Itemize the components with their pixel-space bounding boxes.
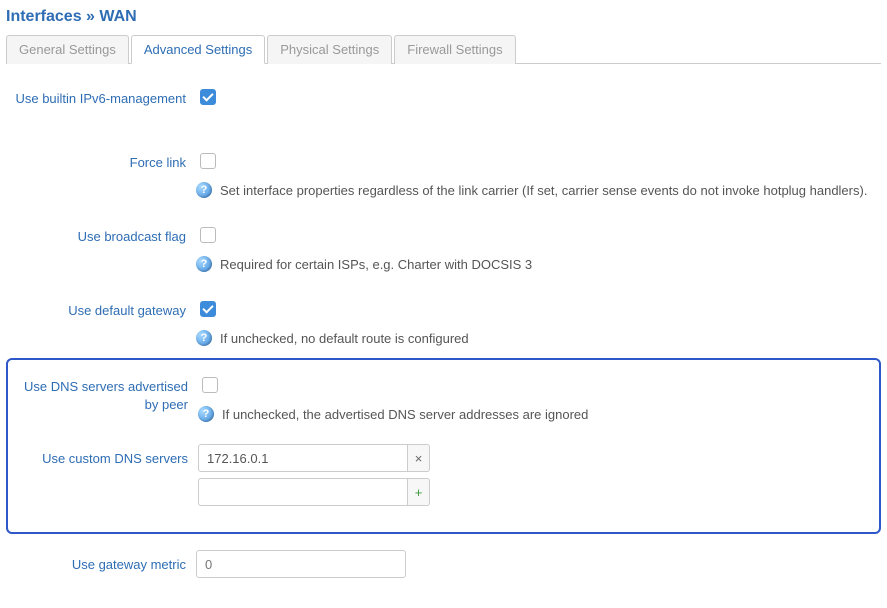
hint-peer-dns: ? If unchecked, the advertised DNS serve… (198, 406, 875, 422)
remove-dns-button[interactable]: × (408, 444, 430, 472)
help-icon: ? (196, 182, 212, 198)
tab-general-settings[interactable]: General Settings (6, 35, 129, 64)
custom-dns-entry: × (198, 444, 875, 472)
page-title: Interfaces » WAN (6, 8, 881, 26)
row-broadcast-flag: Use broadcast flag ? Required for certai… (6, 220, 881, 276)
tab-firewall-settings[interactable]: Firewall Settings (394, 35, 515, 64)
label-broadcast-flag: Use broadcast flag (6, 224, 196, 246)
hint-force-link: ? Set interface properties regardless of… (196, 182, 881, 198)
custom-dns-input[interactable] (198, 444, 408, 472)
custom-dns-input-new[interactable] (198, 478, 408, 506)
label-ipv6-management: Use builtin IPv6-management (6, 86, 196, 108)
tab-physical-settings[interactable]: Physical Settings (267, 35, 392, 64)
checkbox-peer-dns[interactable] (202, 377, 218, 393)
row-default-gateway: Use default gateway ? If unchecked, no d… (6, 294, 881, 350)
row-custom-dns: Use custom DNS servers × + (8, 440, 875, 516)
help-icon: ? (196, 256, 212, 272)
checkbox-ipv6-management[interactable] (200, 89, 216, 105)
hint-text-force-link: Set interface properties regardless of t… (220, 183, 867, 198)
help-icon: ? (196, 330, 212, 346)
add-dns-button[interactable]: + (408, 478, 430, 506)
row-ipv6-management: Use builtin IPv6-management (6, 82, 881, 112)
label-default-gateway: Use default gateway (6, 298, 196, 320)
hint-text-peer-dns: If unchecked, the advertised DNS server … (222, 407, 588, 422)
dns-section-highlight: Use DNS servers advertised by peer ? If … (6, 358, 881, 534)
label-gateway-metric: Use gateway metric (6, 550, 196, 574)
label-custom-dns: Use custom DNS servers (8, 444, 198, 468)
checkbox-broadcast-flag[interactable] (200, 227, 216, 243)
hint-broadcast-flag: ? Required for certain ISPs, e.g. Charte… (196, 256, 881, 272)
gateway-metric-input[interactable] (196, 550, 406, 578)
row-peer-dns: Use DNS servers advertised by peer ? If … (8, 370, 875, 426)
checkbox-default-gateway[interactable] (200, 301, 216, 317)
hint-text-default-gateway: If unchecked, no default route is config… (220, 331, 469, 346)
row-force-link: Force link ? Set interface properties re… (6, 146, 881, 202)
help-icon: ? (198, 406, 214, 422)
checkbox-force-link[interactable] (200, 153, 216, 169)
row-gateway-metric: Use gateway metric (6, 546, 881, 582)
plus-icon: + (415, 486, 423, 499)
custom-dns-new-entry: + (198, 478, 875, 506)
hint-default-gateway: ? If unchecked, no default route is conf… (196, 330, 881, 346)
hint-text-broadcast-flag: Required for certain ISPs, e.g. Charter … (220, 257, 532, 272)
tab-advanced-settings[interactable]: Advanced Settings (131, 35, 265, 64)
close-icon: × (415, 452, 423, 465)
tab-bar: General Settings Advanced Settings Physi… (6, 34, 881, 64)
label-force-link: Force link (6, 150, 196, 172)
label-peer-dns: Use DNS servers advertised by peer (8, 374, 198, 413)
